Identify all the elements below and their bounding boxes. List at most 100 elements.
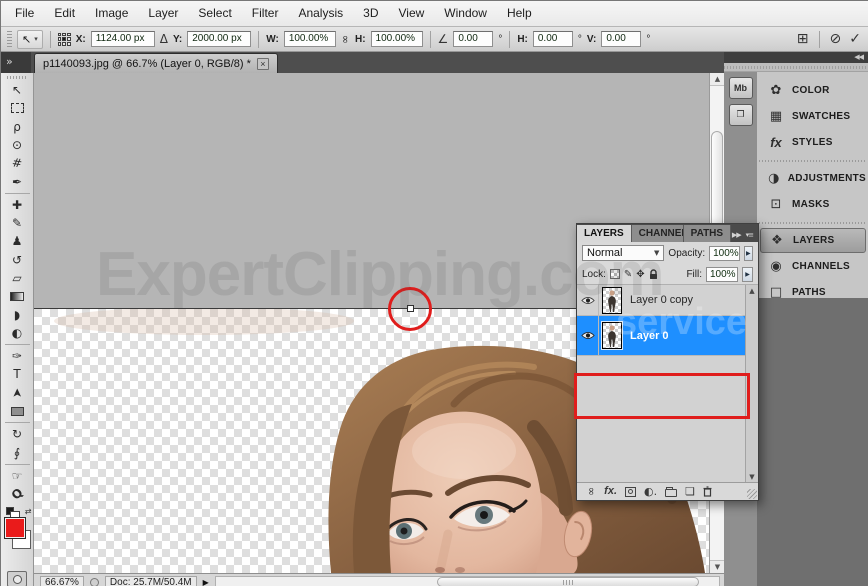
lock-transparency-icon[interactable] <box>610 269 620 279</box>
dock-collapse-header[interactable]: ◀◀ <box>724 52 868 63</box>
eraser-tool[interactable]: ▱ <box>4 269 30 287</box>
menu-select[interactable]: Select <box>188 1 241 26</box>
relative-position-icon[interactable]: Δ <box>160 33 168 45</box>
status-arrow-icon[interactable]: ▶ <box>203 578 209 586</box>
fill-field[interactable]: 100% <box>706 267 738 282</box>
menu-window[interactable]: Window <box>434 1 497 26</box>
crop-tool[interactable]: # <box>4 154 30 172</box>
new-group-icon[interactable] <box>665 489 677 497</box>
layer-thumbnail[interactable] <box>602 287 622 314</box>
width-scale-field[interactable]: 100.00% <box>284 31 336 47</box>
panel-button-layers[interactable]: ❖ LAYERS <box>760 228 866 253</box>
tab-channels[interactable]: CHANNELS <box>632 225 684 242</box>
quick-selection-tool[interactable]: ⊙ <box>4 136 30 154</box>
menu-file[interactable]: File <box>5 1 44 26</box>
rotate-field[interactable]: 0.00 <box>453 31 493 47</box>
menu-filter[interactable]: Filter <box>242 1 289 26</box>
gradient-tool[interactable] <box>4 287 30 305</box>
maintain-aspect-ratio-icon[interactable]: ∞ <box>340 34 351 43</box>
eyedropper-tool[interactable]: ✒ <box>4 172 30 190</box>
cancel-transform-icon[interactable]: ⊘ <box>830 32 842 46</box>
commit-transform-icon[interactable]: ✓ <box>849 32 861 46</box>
brush-tool[interactable]: ✎ <box>4 214 30 232</box>
tab-close-icon[interactable]: × <box>257 58 269 70</box>
canvas-horizontal-scrollbar[interactable] <box>215 576 720 586</box>
zoom-tool[interactable]: Q <box>4 485 30 503</box>
lock-all-icon[interactable] <box>649 269 658 280</box>
panel-button-swatches[interactable]: ▦ SWATCHES <box>760 104 866 129</box>
blend-mode-select[interactable]: Normal ▼ <box>582 245 664 261</box>
document-size-readout[interactable]: Doc: 25.7M/50.4M <box>105 576 197 586</box>
history-brush-tool[interactable]: ↺ <box>4 251 30 269</box>
scroll-down-icon[interactable]: ▼ <box>710 560 725 573</box>
scroll-down-icon[interactable]: ▼ <box>746 473 758 481</box>
layer-name[interactable]: Layer 0 copy <box>630 294 693 306</box>
menu-edit[interactable]: Edit <box>44 1 85 26</box>
blur-tool[interactable]: ◗ <box>4 305 30 323</box>
lasso-tool[interactable]: ρ <box>4 117 30 135</box>
clone-source-panel-icon[interactable]: ❐ <box>729 104 753 126</box>
tab-overflow-chevron[interactable]: » <box>1 52 31 73</box>
tab-layers[interactable]: LAYERS <box>577 225 632 242</box>
panel-button-color[interactable]: ✿ COLOR <box>760 78 866 103</box>
horizontal-scroll-thumb[interactable] <box>437 577 699 586</box>
menu-image[interactable]: Image <box>85 1 138 26</box>
scroll-up-icon[interactable]: ▲ <box>710 73 725 86</box>
visibility-toggle[interactable] <box>577 285 599 315</box>
move-tool[interactable]: ↖ <box>4 81 30 99</box>
type-tool[interactable]: T <box>4 365 30 383</box>
v-skew-field[interactable]: 0.00 <box>601 31 641 47</box>
panel-button-styles[interactable]: fx STYLES <box>760 130 866 155</box>
x-position-field[interactable]: 1124.00 px <box>91 31 155 47</box>
document-tab[interactable]: p1140093.jpg @ 66.7% (Layer 0, RGB/8) * … <box>34 53 278 73</box>
new-layer-icon[interactable]: ❏ <box>685 486 695 497</box>
menu-view[interactable]: View <box>388 1 434 26</box>
visibility-toggle[interactable] <box>577 316 599 355</box>
layer-row-layer-0[interactable]: Layer 0 <box>577 316 747 356</box>
scroll-up-icon[interactable]: ▲ <box>746 287 758 295</box>
rectangle-tool[interactable] <box>4 402 30 420</box>
layer-name[interactable]: Layer 0 <box>630 330 669 342</box>
swap-colors-icon[interactable]: ⇄ <box>25 507 32 516</box>
menu-analysis[interactable]: Analysis <box>288 1 353 26</box>
layer-thumbnail[interactable] <box>602 322 622 349</box>
panel-collapse-icon[interactable]: ▶▶ <box>732 231 741 239</box>
clone-stamp-tool[interactable]: ♟ <box>4 232 30 250</box>
layer-row-layer-0-copy[interactable]: Layer 0 copy <box>577 285 747 316</box>
lock-position-icon[interactable]: ✥ <box>636 269 644 280</box>
3d-rotate-tool[interactable]: ↻ <box>4 425 30 443</box>
fill-slider-icon[interactable]: ▶ <box>742 267 753 282</box>
rectangular-marquee-tool[interactable] <box>4 99 30 117</box>
pen-tool[interactable]: ✑ <box>4 347 30 365</box>
path-selection-tool[interactable]: ➤ <box>4 384 30 402</box>
dodge-tool[interactable]: ◐ <box>4 324 30 342</box>
zoom-level-field[interactable]: 66.67% <box>40 576 84 586</box>
hand-tool[interactable]: ☞ <box>4 467 30 485</box>
link-layers-icon[interactable]: ∞ <box>586 487 597 496</box>
adjustment-layer-icon[interactable]: ◐. <box>644 486 657 497</box>
height-scale-field[interactable]: 100.00% <box>371 31 423 47</box>
layer-style-icon[interactable]: fx. <box>604 486 617 497</box>
default-colors-icon[interactable] <box>6 507 14 515</box>
h-skew-field[interactable]: 0.00 <box>533 31 573 47</box>
y-position-field[interactable]: 2000.00 px <box>187 31 251 47</box>
tab-paths[interactable]: PATHS <box>684 225 731 242</box>
opacity-field[interactable]: 100% <box>709 246 740 261</box>
menu-layer[interactable]: Layer <box>138 1 188 26</box>
delete-layer-icon[interactable] <box>703 486 712 497</box>
panel-button-channels[interactable]: ◉ CHANNELS <box>760 254 866 279</box>
panel-resize-grip[interactable] <box>747 489 757 499</box>
panel-button-adjustments[interactable]: ◑ ADJUSTMENTS <box>760 166 866 191</box>
foreground-color-swatch[interactable] <box>4 517 26 539</box>
status-options-icon[interactable] <box>90 578 99 586</box>
lock-pixels-icon[interactable]: ✎ <box>624 269 632 280</box>
spot-healing-brush-tool[interactable]: ✚ <box>4 196 30 214</box>
quick-mask-button[interactable] <box>7 571 27 586</box>
menu-help[interactable]: Help <box>497 1 542 26</box>
panel-menu-icon[interactable]: ▾≡ <box>746 231 753 239</box>
add-layer-mask-icon[interactable] <box>625 487 636 497</box>
mini-bridge-panel-icon[interactable]: Mb <box>729 77 753 99</box>
active-tool-preset[interactable]: ↖ ▾ <box>17 30 43 49</box>
menu-3d[interactable]: 3D <box>353 1 388 26</box>
layers-list-scrollbar[interactable]: ▲ ▼ <box>745 285 758 485</box>
